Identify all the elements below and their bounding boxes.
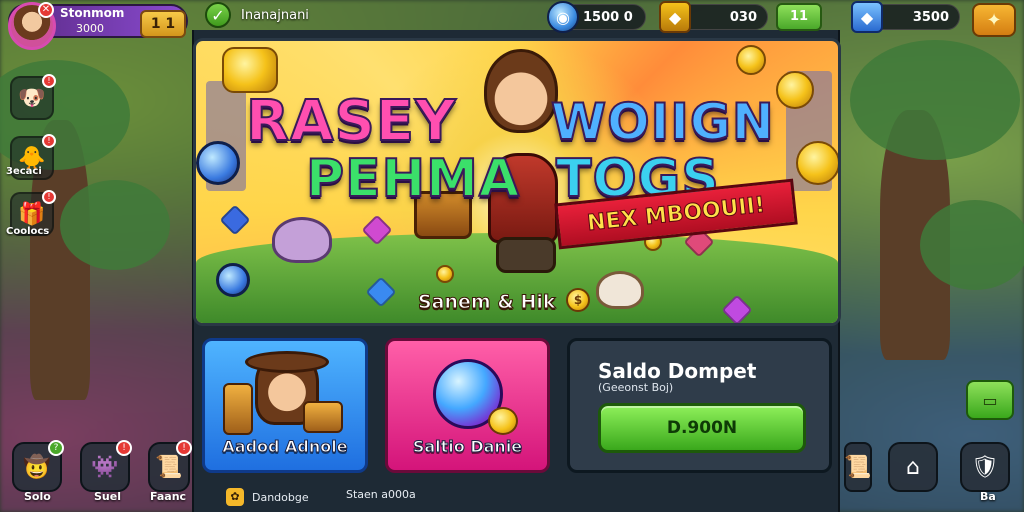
card-label: Aadod Adnole	[222, 437, 348, 457]
bottom-item-2: Staen a000a	[346, 488, 416, 501]
dock-item-scroll[interactable]: 📜	[844, 442, 872, 492]
creature-icon	[272, 217, 332, 263]
right-side-button[interactable]: ▭	[966, 380, 1014, 420]
dog-icon: 🐶	[18, 85, 46, 111]
wallet-title: Saldo Dompet	[598, 359, 757, 383]
player-score: 3000	[76, 22, 104, 35]
resource-counter-treasure-right[interactable]: ◆ 3500	[851, 1, 960, 33]
gold-bar-icon	[223, 383, 253, 435]
screen-icon: ▭	[982, 390, 998, 410]
gift-icon: 🎁	[18, 201, 46, 227]
level-chip[interactable]: 1 1	[140, 10, 186, 38]
add-currency-button[interactable]: 11	[776, 3, 822, 31]
background-foliage	[850, 40, 1020, 160]
dock-item-suel[interactable]: 👾 !	[80, 440, 132, 492]
scroll-icon: 📜	[155, 454, 183, 480]
resource-value: 030	[729, 9, 757, 25]
notification-badge: !	[176, 440, 192, 456]
card-adventure[interactable]: Aadod Adnole	[202, 338, 368, 473]
resource-value: 3500	[912, 9, 949, 25]
bottom-item-1[interactable]: ✿ Dandobge	[226, 488, 309, 506]
side-menu-item-dog[interactable]: 🐶 !	[10, 74, 56, 120]
banner-title-line1-a: RASEY	[245, 88, 457, 155]
coin-stack-icon	[488, 407, 518, 435]
profile-badge: ✕	[38, 2, 54, 18]
coin-icon	[436, 265, 454, 283]
dock-item-faanc[interactable]: 📜 !	[148, 440, 192, 492]
wallet-balance-button[interactable]: D.900N	[598, 403, 806, 453]
dock-item-home[interactable]: ⌂	[888, 442, 938, 492]
notification-badge: ?	[48, 440, 64, 456]
cowboy-icon: 🤠	[23, 454, 51, 480]
treasure-icon: ◆	[851, 1, 883, 33]
paw-icon: ✿	[226, 488, 244, 506]
player-name: Stonmom	[60, 6, 125, 20]
blue-gem-icon	[219, 204, 251, 236]
treasure-chest-icon	[303, 401, 343, 433]
dock-label: Faanc	[150, 490, 187, 503]
wallet-card: Saldo Dompet (Geeonst Boj) D.900N	[567, 338, 832, 473]
dock-item-ba[interactable]: 🛡	[960, 442, 1010, 492]
event-banner[interactable]: RASEY WOIIGN PEHMA TOGS NEX MBOOUII! San…	[193, 38, 841, 326]
resource-counter-treasure[interactable]: ◆ 030	[659, 1, 768, 33]
shield-icon: 🛡	[971, 454, 999, 480]
monster-icon: 👾	[91, 454, 119, 480]
check-icon: ✓	[205, 2, 231, 28]
wallet-subtitle: (Geeonst Boj)	[598, 381, 674, 394]
notification-badge: !	[42, 74, 56, 88]
top-bar: ✕ Stonmom 3000 1 1 ✓ Inanajnani ◉ 1500 0…	[0, 0, 1024, 50]
coin-icon	[796, 141, 838, 185]
card-orb[interactable]: Saltio Danie	[385, 338, 550, 473]
notification-badge: !	[42, 190, 56, 204]
quest-banner[interactable]: ✓ Inanajnani	[205, 0, 475, 30]
background-foliage	[920, 200, 1024, 290]
dog-icon	[596, 271, 644, 309]
globe-icon: ◉	[547, 1, 579, 33]
magic-orb-icon	[196, 141, 240, 185]
bottom-item-label: Dandobge	[252, 490, 309, 504]
side-menu-label: Coolocs	[6, 226, 50, 237]
banner-title-line2-a: PEHMA	[305, 148, 521, 210]
dock-label: Suel	[94, 490, 121, 503]
quest-label: Inanajnani	[241, 7, 309, 23]
dock-item-solo[interactable]: 🤠 ?	[12, 440, 64, 492]
notification-badge: !	[42, 134, 56, 148]
hero-legs	[496, 237, 556, 273]
bottom-item-label: Staen a000a	[346, 488, 416, 501]
resource-counter-globe[interactable]: ◉ 1500 0	[547, 1, 646, 33]
gold-bar-icon	[222, 47, 278, 93]
dock-label: Ba	[980, 490, 996, 503]
magic-orb-icon	[216, 263, 250, 297]
coin-icon: $	[566, 288, 590, 312]
side-menu-label: 3ecaci	[6, 166, 42, 177]
background-foliage	[60, 180, 170, 270]
cowboy-hat-icon	[245, 351, 329, 373]
resource-value: 1500 0	[583, 9, 633, 25]
coin-icon	[736, 45, 766, 75]
card-label: Saltio Danie	[412, 437, 523, 457]
scroll-icon: 📜	[844, 454, 872, 480]
hero-character	[484, 49, 558, 133]
treasure-icon: ◆	[659, 1, 691, 33]
notification-badge: !	[116, 440, 132, 456]
banner-caption: Sanem & Hik	[418, 291, 557, 314]
house-icon: ⌂	[906, 454, 920, 480]
gem-shop-button[interactable]: ✦	[972, 3, 1016, 37]
dock-label: Solo	[24, 490, 51, 503]
puzzle-icon: ✦	[986, 9, 1002, 31]
coin-icon	[776, 71, 814, 109]
banner-title-line1-b: WOIIGN	[550, 92, 775, 152]
